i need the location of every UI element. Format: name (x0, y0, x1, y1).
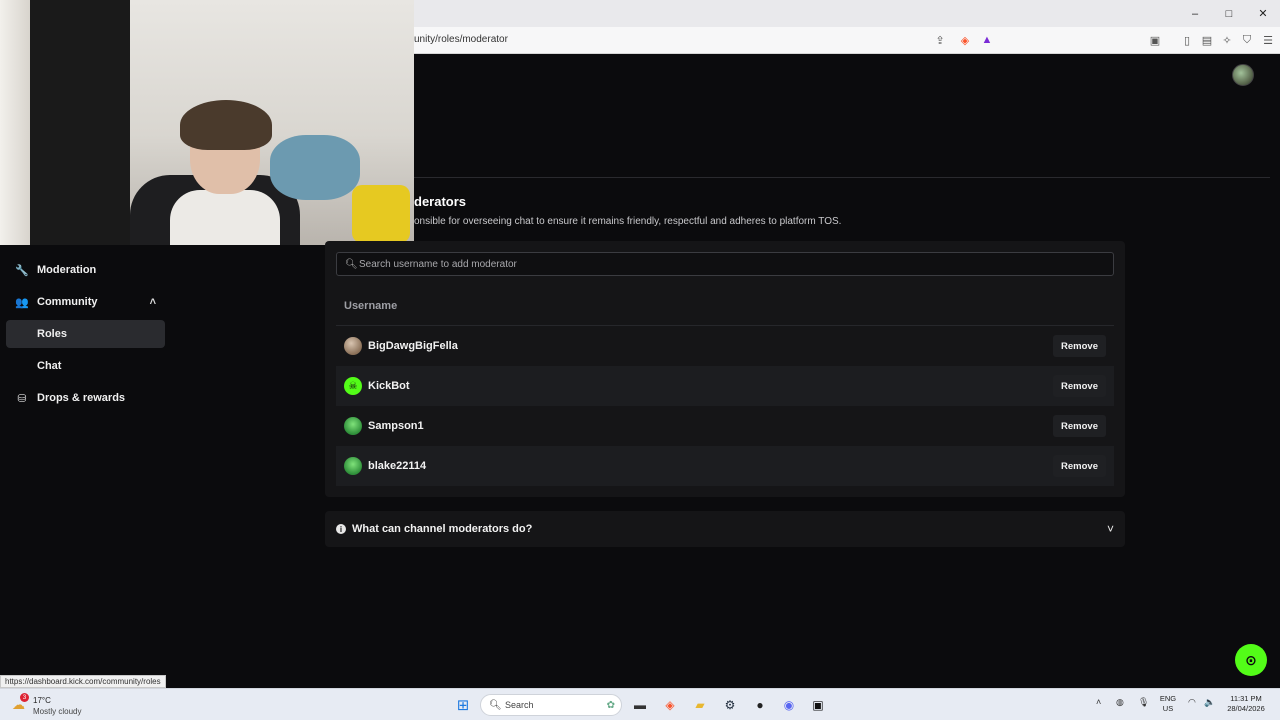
search-icon: 🔍︎ (489, 699, 502, 711)
sidebar-item-label: Drops & rewards (37, 392, 126, 404)
remove-button[interactable]: Remove (1053, 375, 1106, 397)
info-icon: i (336, 524, 346, 534)
chevron-down-icon[interactable]: ˅ (1107, 522, 1114, 536)
steam-icon[interactable]: ⚙ (720, 695, 740, 715)
notification-badge: 3 (20, 693, 29, 702)
webcam-lego-head (352, 185, 410, 243)
volume-icon[interactable]: 🔈 (1204, 697, 1215, 708)
sidebar-item-label: Chat (37, 360, 62, 372)
search-highlight-icon: ✿ (606, 699, 615, 711)
file-explorer-icon[interactable]: ▰ (690, 695, 710, 715)
moderator-username[interactable]: BigDawgBigFella (368, 340, 458, 352)
link-preview-status: https://dashboard.kick.com/community/rol… (0, 675, 166, 688)
moderator-username[interactable]: Sampson1 (368, 420, 424, 432)
help-chat-button[interactable]: ⊙ (1235, 644, 1267, 676)
brave-rewards-icon[interactable]: ▲ (980, 33, 994, 47)
close-window-button[interactable]: ✕ (1246, 0, 1280, 27)
moderator-faq-accordion[interactable]: i What can channel moderators do? ˅ (325, 511, 1125, 547)
avatar (344, 417, 362, 435)
header-divider (414, 177, 1270, 178)
sidebar-item-community[interactable]: 👥 Community ˄ (6, 288, 165, 316)
sidebar-item-chat[interactable]: Chat (6, 352, 165, 380)
vpn-icon[interactable]: ⛉ (1240, 33, 1254, 47)
weather-widget[interactable]: ☁ 3 17°C Mostly cloudy (10, 693, 100, 717)
page-description: onsible for overseeing chat to ensure it… (414, 216, 842, 227)
faq-question[interactable]: What can channel moderators do? (352, 523, 532, 535)
sidebar-item-roles[interactable]: Roles (6, 320, 165, 348)
windows-start-icon[interactable]: ⊞ (453, 695, 473, 715)
search-input[interactable] (359, 254, 1099, 274)
sidebar-toggle-icon[interactable]: ▯ (1180, 33, 1194, 47)
language-indicator[interactable]: ENG US (1156, 694, 1180, 714)
taskbar-search[interactable]: 🔍︎ Search ✿ (480, 694, 622, 716)
moderators-card: 🔍︎ Username BigDawgBigFella Remove ☠ Kic… (325, 241, 1125, 497)
table-row: ☠ KickBot Remove (336, 366, 1114, 406)
webcam-person-hair (180, 100, 272, 150)
weather-temp: 17°C (33, 696, 51, 705)
microphone-icon[interactable]: 🎙 (1138, 697, 1149, 708)
sidebar-item-label: Moderation (37, 264, 97, 276)
column-header-username: Username (344, 300, 398, 312)
webcam-background (30, 0, 130, 245)
remove-button[interactable]: Remove (1053, 415, 1106, 437)
task-view-icon[interactable]: ▬ (630, 695, 650, 715)
weather-condition: Mostly cloudy (33, 707, 82, 716)
app-icon[interactable]: ▣ (808, 695, 828, 715)
chevron-up-icon[interactable]: ˄ (1096, 697, 1101, 707)
webcam-person-shirt (170, 190, 280, 245)
taskbar-search-label: Search (505, 700, 534, 710)
remove-button[interactable]: Remove (1053, 335, 1106, 357)
table-row: BigDawgBigFella Remove (336, 326, 1114, 366)
table-row: Sampson1 Remove (336, 406, 1114, 446)
search-icon: 🔍︎ (345, 258, 358, 270)
moderator-username[interactable]: KickBot (368, 380, 410, 392)
tray-app-icon[interactable]: ◍ (1116, 697, 1124, 708)
windows-taskbar: ☁ 3 17°C Mostly cloudy ⊞ 🔍︎ Search ✿ ▬ ◈… (0, 688, 1280, 720)
user-avatar[interactable] (1232, 64, 1254, 86)
wrench-icon: 🔧 (15, 264, 29, 277)
clock-date: 28/04/2026 (1227, 704, 1265, 713)
page-title: derators (414, 194, 467, 209)
gift-icon: ⛁ (17, 392, 27, 405)
people-icon: 👥 (15, 296, 29, 309)
remove-button[interactable]: Remove (1053, 455, 1106, 477)
leo-ai-icon[interactable]: ✧ (1220, 33, 1234, 47)
avatar (344, 457, 362, 475)
brave-shield-icon[interactable]: ◈ (958, 33, 972, 47)
sidebar-item-label: Community (37, 296, 98, 308)
moderator-username[interactable]: blake22114 (368, 460, 426, 472)
sidebar-item-label: Roles (37, 328, 67, 340)
tab-search-icon[interactable]: ▣ (1148, 33, 1162, 47)
minimize-button[interactable]: – (1178, 0, 1212, 27)
menu-icon[interactable]: ☰ (1261, 33, 1275, 47)
avatar: ☠ (344, 377, 362, 395)
table-row: blake22114 Remove (336, 446, 1114, 486)
maximize-button[interactable]: □ (1212, 0, 1246, 27)
chevron-up-icon[interactable]: ˄ (150, 296, 156, 308)
window-controls: – □ ✕ (1178, 0, 1280, 27)
language-region: US (1162, 704, 1174, 713)
sidebar-item-moderation[interactable]: 🔧 Moderation (6, 256, 165, 284)
system-clock[interactable]: 11:31 PM 28/04/2026 (1222, 694, 1270, 714)
clock-time: 11:31 PM (1230, 694, 1262, 703)
webcam-curtain (0, 0, 30, 245)
discord-icon[interactable]: ◉ (779, 695, 799, 715)
sidebar-item-drops-rewards[interactable]: ⛁ Drops & rewards (6, 384, 165, 412)
wifi-icon[interactable]: ◠ (1188, 697, 1196, 708)
avatar (344, 337, 362, 355)
webcam-overlay (0, 0, 414, 245)
moderator-search[interactable]: 🔍︎ (336, 252, 1114, 276)
share-icon[interactable]: ⇪ (933, 33, 947, 47)
webcam-pillow (270, 135, 360, 200)
wallet-icon[interactable]: ▤ (1200, 33, 1214, 47)
url-text[interactable]: unity/roles/moderator (414, 34, 508, 45)
language-line: ENG (1159, 694, 1177, 703)
brave-browser-icon[interactable]: ◈ (660, 695, 680, 715)
app-icon[interactable]: ● (750, 695, 770, 715)
